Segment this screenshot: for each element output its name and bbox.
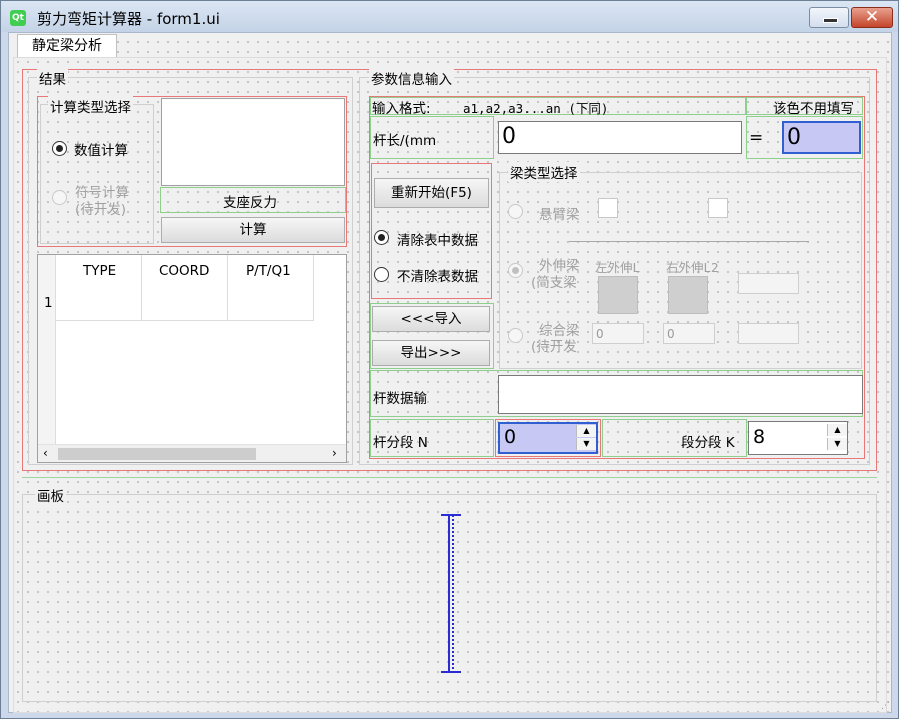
result-table[interactable]: TYPE COORD P/T/Q1 1 ‹ ›	[37, 254, 347, 463]
format-example: a1,a2,a3...an (下同)	[463, 101, 609, 116]
spin-up-icon[interactable]: ▲	[827, 424, 847, 436]
combined-radio[interactable]	[508, 328, 523, 343]
column-header-coord[interactable]: COORD	[159, 263, 209, 279]
restart-button[interactable]: 重新开始(F5)	[374, 178, 489, 208]
spin-down-icon[interactable]: ▼	[576, 438, 596, 450]
close-icon: ✕	[864, 7, 880, 27]
column-header-type[interactable]: TYPE	[83, 263, 116, 279]
clear-table-radio[interactable]	[374, 230, 389, 245]
beam-drawing	[441, 514, 461, 673]
length-input[interactable]: 0	[498, 121, 742, 154]
window-title: 剪力弯矩计算器 - form1.ui	[37, 10, 220, 28]
length-result-field: 0	[782, 121, 861, 154]
minimize-button[interactable]	[809, 7, 849, 28]
cantilever-radio[interactable]	[508, 204, 523, 219]
scroll-right-icon[interactable]: ›	[332, 446, 337, 460]
beam-type-title: 梁类型选择	[508, 162, 580, 182]
separator-line	[569, 241, 809, 242]
support-reaction-label: 支座反力	[223, 195, 277, 211]
combined-field-1[interactable]: 0	[592, 323, 644, 344]
import-button[interactable]: <<<导入	[372, 306, 490, 332]
scrollbar-thumb[interactable]	[58, 448, 256, 460]
length-label: 杆长/(mm	[373, 133, 437, 149]
cantilever-checkbox-2[interactable]	[708, 198, 728, 218]
result-group-title: 结果	[37, 68, 68, 88]
keep-table-label: 不清除表数据	[397, 269, 478, 285]
reaction-output-box[interactable]	[161, 98, 345, 186]
horizontal-scrollbar[interactable]: ‹ ›	[38, 444, 346, 462]
qt-icon: Qt	[10, 10, 26, 26]
right-overhang-label: 右外伸L2	[666, 260, 719, 275]
left-overhang-label: 左外伸L	[595, 260, 641, 275]
hint-label: 该色不用填写	[773, 101, 854, 117]
overhang-extra-field[interactable]	[738, 273, 799, 294]
bar-segments-value: 0	[504, 426, 517, 448]
spin-down-icon[interactable]: ▼	[827, 438, 847, 450]
spin-up-icon[interactable]: ▲	[576, 425, 596, 437]
numeric-calc-label: 数值计算	[74, 143, 128, 159]
combined-extra-field[interactable]	[738, 323, 799, 344]
right-overhang-field[interactable]	[668, 276, 708, 314]
bar-segments-label: 杆分段 N	[373, 435, 428, 451]
title-bar[interactable]: Qt 剪力弯矩计算器 - form1.ui ✕	[1, 1, 898, 32]
seg-segments-value: 8	[753, 426, 766, 448]
calc-type-title: 计算类型选择	[48, 96, 133, 116]
canvas-group-title: 画板	[35, 485, 66, 505]
section-divider	[22, 477, 877, 478]
params-group-title: 参数信息输入	[369, 68, 454, 88]
combined-note: (待开发	[531, 339, 577, 355]
format-label: 输入格式:	[372, 101, 431, 117]
size-grip-icon[interactable]: ⋰	[881, 701, 890, 711]
numeric-calc-radio[interactable]	[52, 141, 67, 156]
left-overhang-field[interactable]	[598, 276, 638, 314]
clear-table-label: 清除表中数据	[397, 233, 478, 249]
calc-type-group	[40, 104, 154, 244]
row-header-1[interactable]: 1	[44, 295, 53, 311]
row-header-column	[38, 255, 56, 444]
close-button[interactable]: ✕	[851, 7, 893, 28]
overhang-radio[interactable]	[508, 263, 523, 278]
cantilever-label: 悬臂梁	[539, 207, 579, 223]
bar-data-label: 杆数据输	[373, 391, 427, 407]
export-button[interactable]: 导出>>>	[372, 340, 490, 366]
tab-static-beam[interactable]: 静定梁分析	[17, 34, 117, 58]
bar-segments-spinbox[interactable]: 0 ▲ ▼	[498, 422, 598, 454]
scroll-left-icon[interactable]: ‹	[43, 446, 48, 460]
calculate-button[interactable]: 计算	[161, 217, 345, 243]
keep-table-radio[interactable]	[374, 267, 389, 282]
equals-label: =	[749, 128, 764, 148]
column-header-ptq[interactable]: P/T/Q1	[246, 263, 291, 279]
cantilever-checkbox-1[interactable]	[598, 198, 618, 218]
bar-data-input[interactable]	[498, 375, 863, 414]
symbolic-calc-note: (待开发)	[75, 202, 127, 218]
app-window: Qt 剪力弯矩计算器 - form1.ui ✕ 静定梁分析 结果 计算类型选择 …	[0, 0, 899, 719]
combined-field-2[interactable]: 0	[663, 323, 715, 344]
seg-segments-spinbox[interactable]: 8 ▲ ▼	[748, 421, 848, 455]
client-area: 静定梁分析 结果 计算类型选择 数值计算 符号计算 (待开发) 支座反力 计算 …	[8, 32, 892, 713]
symbolic-calc-radio[interactable]	[52, 190, 67, 205]
overhang-note: (简支梁	[531, 275, 577, 291]
seg-segments-label: 段分段 K	[681, 435, 735, 451]
